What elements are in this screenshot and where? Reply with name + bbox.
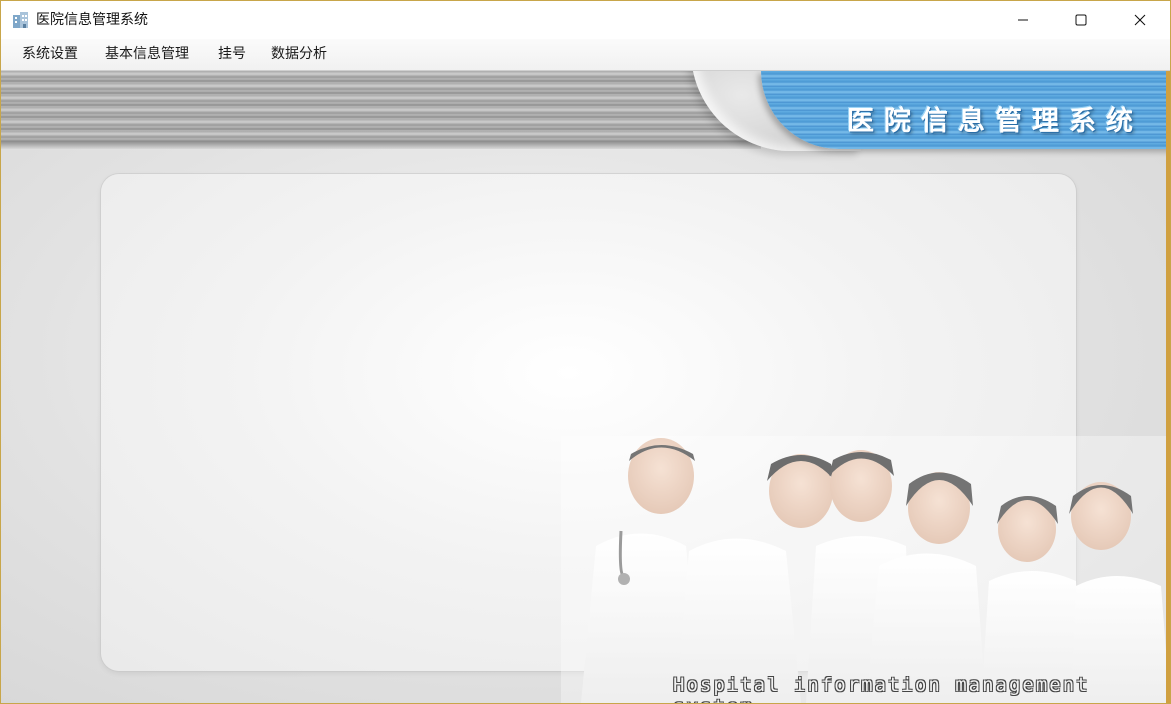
maximize-icon — [1075, 14, 1087, 26]
minimize-button[interactable] — [994, 1, 1052, 39]
menu-basic-info-management[interactable]: 基本信息管理 — [97, 39, 197, 70]
medical-staff-image — [561, 436, 1170, 703]
window-edge — [1166, 71, 1170, 703]
menu-system-settings[interactable]: 系统设置 — [14, 39, 86, 70]
close-icon — [1134, 14, 1146, 26]
decorative-stripes — [1, 71, 761, 147]
maximize-button[interactable] — [1052, 1, 1110, 39]
menu-bar: 系统设置 基本信息管理 挂号 数据分析 — [1, 39, 1170, 71]
stripes-shadow — [1, 141, 761, 149]
menu-data-analysis[interactable]: 数据分析 — [263, 39, 335, 70]
app-window: 医院信息管理系统 系统设置 基本信息管理 挂号 数据分析 医院信息管理系统 Ho… — [0, 0, 1171, 704]
hospital-building-icon — [13, 12, 28, 28]
menu-registration[interactable]: 挂号 — [210, 39, 254, 70]
minimize-icon — [1018, 19, 1028, 21]
title-bar: 医院信息管理系统 — [1, 1, 1170, 39]
footer-caption: Hospital information management system — [673, 674, 1090, 703]
window-title: 医院信息管理系统 — [36, 12, 148, 28]
main-content: 医院信息管理系统 Hospital information management — [1, 71, 1170, 703]
close-button[interactable] — [1111, 1, 1169, 39]
banner-title: 医院信息管理系统 — [847, 106, 1143, 137]
